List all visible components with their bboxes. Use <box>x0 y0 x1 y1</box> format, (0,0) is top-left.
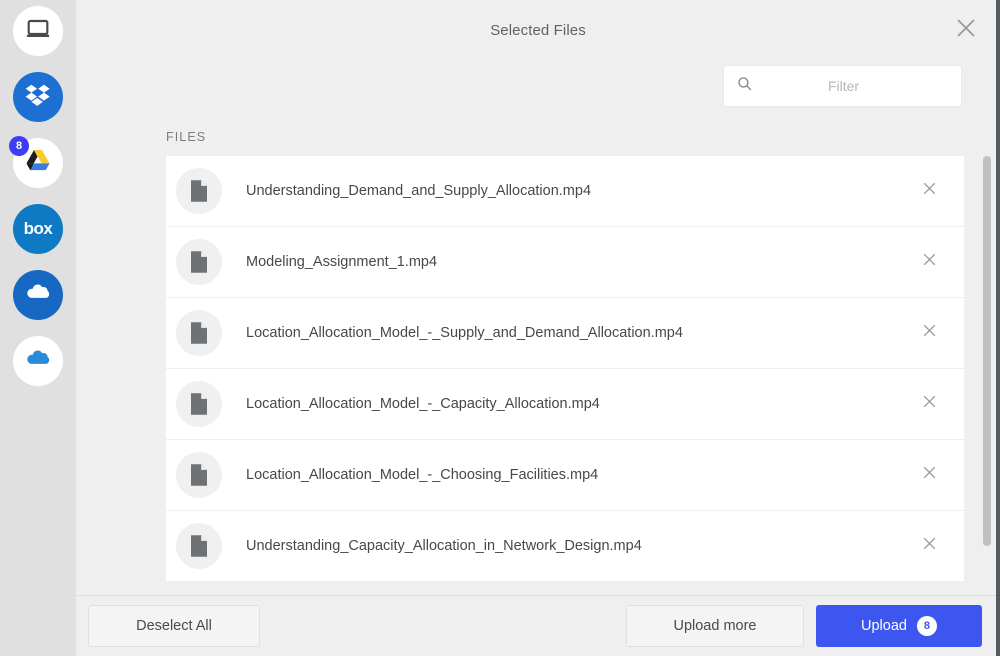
modal-header: Selected Files <box>76 0 1000 60</box>
close-modal-button[interactable] <box>948 12 984 48</box>
remove-file-button[interactable] <box>912 174 946 208</box>
filter-row <box>76 60 1000 122</box>
remove-file-button[interactable] <box>912 529 946 563</box>
file-row[interactable]: Understanding_Capacity_Allocation_in_Net… <box>166 511 964 582</box>
upload-button[interactable]: Upload 8 <box>816 605 982 647</box>
remove-file-button[interactable] <box>912 387 946 421</box>
search-icon <box>736 75 753 97</box>
file-list: Understanding_Demand_and_Supply_Allocati… <box>76 156 1000 595</box>
sidebar-item-box[interactable]: box <box>13 204 63 254</box>
sidebar-item-onedrive-business[interactable] <box>13 336 63 386</box>
window-edge <box>996 0 1000 656</box>
selected-files-modal: Selected Files FILES <box>76 0 1000 656</box>
upload-count-badge: 8 <box>916 616 937 636</box>
close-icon <box>921 393 938 415</box>
file-name: Understanding_Demand_and_Supply_Allocati… <box>246 183 592 199</box>
files-section-label: FILES <box>76 122 1000 156</box>
close-icon <box>921 464 938 486</box>
deselect-all-button[interactable]: Deselect All <box>88 605 260 647</box>
close-icon <box>921 180 938 202</box>
file-row[interactable]: Location_Allocation_Model_-_Supply_and_D… <box>166 298 964 369</box>
close-icon <box>921 535 938 557</box>
google-drive-icon <box>24 147 52 180</box>
dropbox-icon <box>24 81 52 114</box>
modal-footer: Deselect All Upload more Upload 8 <box>76 595 1000 656</box>
page-title: Selected Files <box>490 21 586 39</box>
sidebar-item-my-device[interactable] <box>13 6 63 56</box>
file-name: Location_Allocation_Model_-_Choosing_Fac… <box>246 467 599 483</box>
file-row[interactable]: Location_Allocation_Model_-_Choosing_Fac… <box>166 440 964 511</box>
source-sidebar: 8 box <box>0 0 76 656</box>
file-name: Location_Allocation_Model_-_Supply_and_D… <box>246 325 683 341</box>
remove-file-button[interactable] <box>912 316 946 350</box>
sidebar-item-google-drive[interactable]: 8 <box>9 136 63 188</box>
file-icon <box>176 310 222 356</box>
file-icon <box>176 452 222 498</box>
remove-file-button[interactable] <box>912 458 946 492</box>
google-drive-badge: 8 <box>9 136 29 156</box>
laptop-icon <box>25 16 51 47</box>
file-picker-app: 8 box Selected Files Filter FILES Unders… <box>0 0 1000 656</box>
onedrive-icon <box>24 279 52 312</box>
onedrive-business-icon <box>24 345 52 378</box>
search-input[interactable] <box>753 78 954 94</box>
sidebar-item-onedrive[interactable] <box>13 270 63 320</box>
box-icon: box <box>23 219 53 238</box>
close-icon <box>921 251 938 273</box>
scrollbar-thumb[interactable] <box>983 156 991 546</box>
file-icon <box>176 381 222 427</box>
file-icon <box>176 168 222 214</box>
sidebar-item-dropbox[interactable] <box>13 72 63 122</box>
remove-file-button[interactable] <box>912 245 946 279</box>
file-icon <box>176 523 222 569</box>
file-name: Understanding_Capacity_Allocation_in_Net… <box>246 538 642 554</box>
file-name: Location_Allocation_Model_-_Capacity_All… <box>246 396 600 412</box>
filter-box[interactable] <box>723 65 962 107</box>
upload-more-button[interactable]: Upload more <box>626 605 804 647</box>
file-list-scrollbar[interactable] <box>982 156 992 595</box>
close-icon <box>921 322 938 344</box>
file-icon <box>176 239 222 285</box>
close-icon <box>954 16 978 45</box>
file-row[interactable]: Location_Allocation_Model_-_Capacity_All… <box>166 369 964 440</box>
upload-button-label: Upload <box>861 618 907 634</box>
file-row[interactable]: Modeling_Assignment_1.mp4 <box>166 227 964 298</box>
file-name: Modeling_Assignment_1.mp4 <box>246 254 438 270</box>
file-row[interactable]: Understanding_Demand_and_Supply_Allocati… <box>166 156 964 227</box>
